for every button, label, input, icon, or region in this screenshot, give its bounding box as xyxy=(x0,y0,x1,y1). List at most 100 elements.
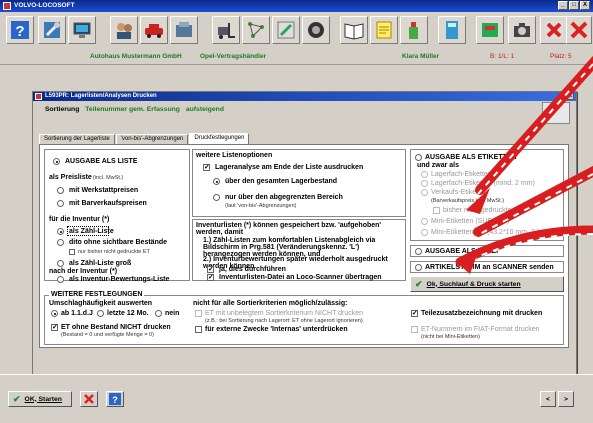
radio-zaehl-gross[interactable] xyxy=(57,260,64,267)
check-et-unbel[interactable] xyxy=(195,310,202,317)
check-teilezusatz[interactable]: ✓ xyxy=(411,310,418,317)
und-zwar-label: und zwar als xyxy=(417,162,460,169)
exit-button[interactable] xyxy=(566,16,592,44)
radio-verkaufs[interactable] xyxy=(421,189,428,196)
externe-label: für externe Zwecke 'Internas' unterdrück… xyxy=(205,326,348,333)
tab-sortierung[interactable]: Sortierung der Lagerliste xyxy=(39,134,115,144)
radio-abgegrenzt[interactable] xyxy=(213,194,220,201)
app-title: VOLVO-LOCOSOFT xyxy=(14,2,75,9)
cancel-button[interactable] xyxy=(80,391,98,407)
nav-prev-button[interactable]: < xyxy=(540,391,556,407)
ok-suchlauf-label: Ok, Suchlauf & Druck starten xyxy=(426,280,521,288)
main-toolbar: ? Autohaus Mustermann GmbH Opel-Vertrags… xyxy=(0,12,593,64)
radio-dito-ohne[interactable] xyxy=(57,239,64,246)
check-ja-dies[interactable]: ✓ xyxy=(207,266,214,273)
car-button[interactable] xyxy=(140,16,168,44)
scanner-label: ARTIKELSTAMM an SCANNER senden xyxy=(425,264,554,271)
calculator-icon xyxy=(446,21,458,39)
user-name: Klara Müller xyxy=(402,53,440,60)
cleaner-button[interactable] xyxy=(400,16,428,44)
radio-letzte-12[interactable] xyxy=(97,310,104,317)
check-et-ohne[interactable]: ✓ xyxy=(51,324,58,331)
et-unbel-label: ET mit unbelegtem Sortierkriterium NICHT… xyxy=(205,310,364,317)
forklift-button[interactable] xyxy=(212,16,240,44)
edit-button[interactable] xyxy=(272,16,300,44)
people-button[interactable] xyxy=(110,16,138,44)
maximize-button[interactable]: □ xyxy=(569,1,579,10)
radio-etiketten[interactable] xyxy=(415,154,422,161)
radio-mini-subaru[interactable] xyxy=(421,218,428,225)
radio-ab-11[interactable] xyxy=(51,310,58,317)
check-et-fiat[interactable] xyxy=(411,326,418,333)
lagerfach-label: Lagerfach-Etiketten xyxy=(431,171,492,178)
radio-lagerfach[interactable] xyxy=(421,171,428,178)
listenoptionen-title: weitere Listenoptionen xyxy=(196,152,273,159)
listenoptionen-group: weitere Listenoptionen ✓ Lageranalyse am… xyxy=(192,149,406,217)
calculator-button[interactable] xyxy=(438,16,466,44)
tab-abgrenzungen[interactable]: 'von-bis'-Abgrenzungen xyxy=(115,134,189,144)
red-x-icon xyxy=(545,21,563,39)
ab-11-label: ab 1.1.d.J xyxy=(61,310,93,317)
camera-button[interactable] xyxy=(508,16,536,44)
minimize-button[interactable]: _ xyxy=(558,1,568,10)
radio-ausgabe-liste[interactable] xyxy=(53,158,60,165)
gesamten-label: über den gesamten Lagerbestand xyxy=(225,178,338,185)
radio-datei[interactable] xyxy=(415,248,422,255)
notes-icon xyxy=(376,21,392,39)
nur-bisher-label: nur bisher nicht gedruckte ET xyxy=(78,249,150,255)
check-bisher-nicht[interactable] xyxy=(433,207,440,214)
phone-button[interactable] xyxy=(476,16,504,44)
dialog-titlebar: L593PR: Lagerlisten/Analysen Drucken X xyxy=(33,92,576,101)
tire-button[interactable] xyxy=(302,16,330,44)
ok-suchlauf-button[interactable]: ✔ Ok, Suchlauf & Druck starten xyxy=(410,276,564,292)
help-footer-button[interactable]: ? xyxy=(106,391,124,407)
et-ohne-hint: (Bestand = 0 und verfügte Menge = 0) xyxy=(61,332,154,338)
footer-bar: ✔ OK, Starten ? < > xyxy=(0,374,593,423)
people-icon xyxy=(117,23,132,39)
radio-nein[interactable] xyxy=(155,310,162,317)
radio-barverkauf[interactable] xyxy=(57,200,64,207)
check-externe[interactable] xyxy=(195,326,202,333)
barverkauf-label: mit Barverkaufspreisen xyxy=(69,200,147,207)
list-output-group: AUSGABE ALS LISTE als Preisliste (incl. … xyxy=(44,149,190,283)
radio-zaehl-liste[interactable] xyxy=(57,228,64,235)
ok-starten-button[interactable]: ✔ OK, Starten xyxy=(8,391,72,407)
radio-werkstatt[interactable] xyxy=(57,187,64,194)
radio-mini[interactable] xyxy=(421,229,428,236)
cancel-x-icon xyxy=(84,394,94,404)
radio-scanner[interactable] xyxy=(415,264,422,271)
weitere-festlegungen-group: WEITERE FESTLEGUNGEN Umschlaghäufigkeit … xyxy=(44,291,564,345)
tab-druckfestlegungen[interactable]: Druckfestlegungen xyxy=(189,133,250,144)
sort-line: Sortierung Teilenummer gem. Erfassung au… xyxy=(45,106,224,113)
dialog-close-icon[interactable]: X xyxy=(566,92,574,100)
inventur-head: Inventurlisten (*) können gespeichert bz… xyxy=(196,222,382,236)
check-nur-bisher[interactable] xyxy=(69,249,75,255)
dito-ohne-label: dito ohne sichtbare Bestände xyxy=(69,239,168,246)
lageranalyse-label: Lageranalyse am Ende der Liste ausdrucke… xyxy=(215,164,364,171)
notes-button[interactable] xyxy=(370,16,398,44)
monitor-button[interactable] xyxy=(68,16,96,44)
check-inventur-datei[interactable]: ✓ xyxy=(207,274,214,281)
help-button[interactable]: ? xyxy=(6,16,34,44)
forklift-icon xyxy=(218,23,235,39)
radio-bewertung[interactable] xyxy=(57,276,64,283)
nav-next-button[interactable]: > xyxy=(558,391,574,407)
cancel-tb-button[interactable] xyxy=(540,16,568,44)
radio-gesamten[interactable] xyxy=(213,178,220,185)
close-button[interactable]: X xyxy=(580,1,590,10)
radio-lagerfach2[interactable] xyxy=(421,180,428,187)
parts-button[interactable] xyxy=(170,16,198,44)
mini-label: Mini-Etiketten xyxy=(431,229,474,236)
verkaufs-label: Verkaufs-Etiketten xyxy=(431,189,488,196)
company-name: Autohaus Mustermann GmbH xyxy=(90,53,182,60)
mini-size: (43.2*10 mm, 2-bahnig) xyxy=(487,229,561,236)
sort-label: Sortierung xyxy=(45,106,80,113)
printer-logo-icon xyxy=(542,102,570,124)
letzte-12-label: letzte 12 Mo. xyxy=(107,310,149,317)
monitor-icon xyxy=(73,22,91,38)
info-bar: Autohaus Mustermann GmbH Opel-Vertragshä… xyxy=(0,52,593,64)
graph-button[interactable] xyxy=(242,16,270,44)
book-button[interactable] xyxy=(340,16,368,44)
tools-button[interactable] xyxy=(38,16,66,44)
check-lageranalyse[interactable]: ✓ xyxy=(203,164,210,171)
